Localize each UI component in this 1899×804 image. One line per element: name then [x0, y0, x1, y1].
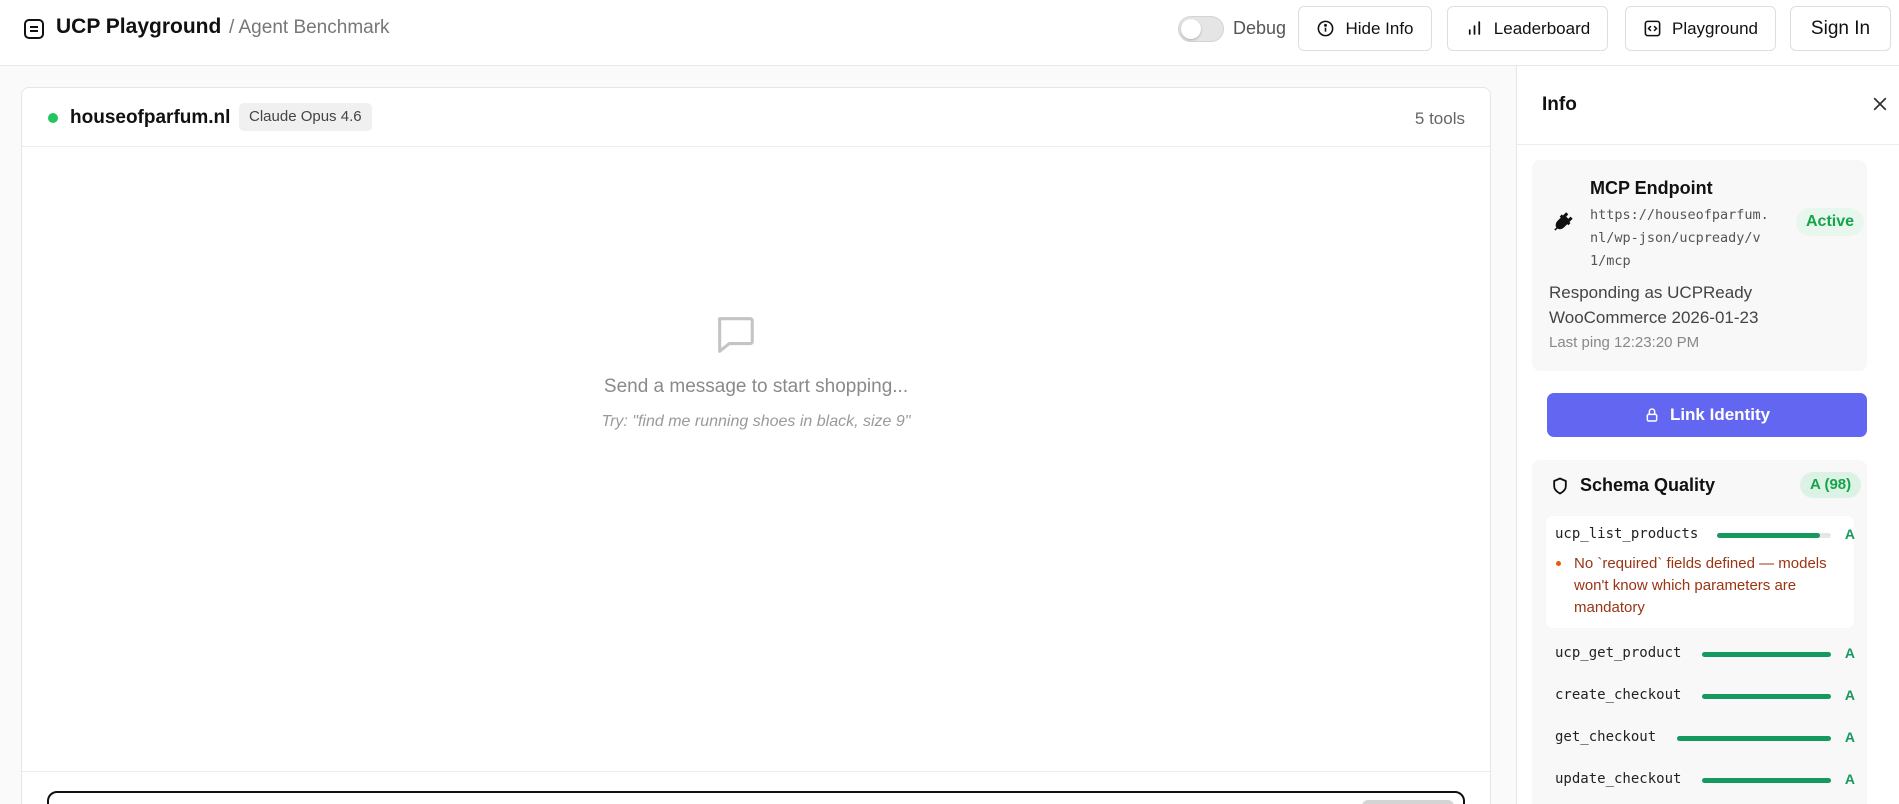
- warning-bullet: [1556, 561, 1561, 566]
- info-title: Info: [1542, 94, 1577, 115]
- leaderboard-label: Leaderboard: [1493, 18, 1591, 38]
- tool-grade: A: [1844, 526, 1855, 542]
- warning-text: No `required` fields defined — models wo…: [1574, 555, 1827, 616]
- score-bar-track: [1717, 533, 1831, 538]
- empty-state-hint: Try: "find me running shoes in black, si…: [601, 413, 911, 430]
- model-badge[interactable]: Claude Opus 4.6: [239, 103, 372, 131]
- chat-panel: houseofparfum.nl Claude Opus 4.6 5 tools: [21, 87, 1491, 804]
- top-bar: UCP Playground / Agent Benchmark Debug H…: [0, 0, 1899, 66]
- plug-icon: [1554, 212, 1573, 231]
- code-square-icon: [1644, 20, 1661, 37]
- tool-name: get_checkout: [1555, 729, 1657, 745]
- empty-state-title: Send a message to start shopping...: [603, 376, 909, 397]
- tool-row: update_checkout A: [1555, 771, 1855, 791]
- score-bar-track: [1702, 652, 1831, 657]
- toggle-knob: [1181, 19, 1201, 39]
- tools-count[interactable]: 5 tools: [1415, 109, 1465, 129]
- score-bar-fill: [1677, 736, 1831, 741]
- score-bar-fill: [1717, 533, 1820, 538]
- playground-button[interactable]: Playground: [1625, 6, 1776, 51]
- score-bar-fill: [1702, 652, 1831, 657]
- tool-name: create_checkout: [1555, 687, 1682, 703]
- tool-name: ucp_list_products: [1555, 526, 1699, 542]
- shield-icon: [1553, 477, 1567, 495]
- app-title[interactable]: UCP Playground: [56, 15, 221, 39]
- sign-in-button[interactable]: Sign In: [1790, 6, 1891, 51]
- debug-label: Debug: [1233, 18, 1287, 38]
- lock-icon: [1646, 408, 1658, 422]
- schema-quality-title: Schema Quality: [1580, 475, 1716, 495]
- tool-row: ucp_list_products A: [1555, 526, 1855, 546]
- tool-grade: A: [1844, 771, 1855, 787]
- breadcrumb: / Agent Benchmark: [229, 17, 390, 38]
- bar-chart-icon: [1468, 21, 1480, 35]
- close-icon[interactable]: [1871, 95, 1889, 113]
- last-ping-text: Last ping 12:23:20 PM: [1549, 334, 1700, 351]
- chat-bubble-icon: [717, 317, 754, 353]
- shop-name: houseofparfum.nl: [70, 107, 231, 128]
- endpoint-status-badge: Active: [1796, 208, 1865, 236]
- link-identity-button[interactable]: Link Identity: [1547, 393, 1867, 437]
- chat-header: houseofparfum.nl Claude Opus 4.6 5 tools: [22, 88, 1490, 147]
- endpoint-title: MCP Endpoint: [1590, 178, 1713, 198]
- schema-grade-badge: A (98): [1800, 472, 1862, 498]
- info-icon: [1318, 20, 1334, 37]
- tool-name: ucp_get_product: [1555, 645, 1682, 661]
- tool-grade: A: [1844, 687, 1855, 703]
- hide-info-label: Hide Info: [1345, 18, 1414, 38]
- info-header: Info: [1517, 66, 1899, 145]
- tool-row: create_checkout A: [1555, 687, 1855, 707]
- score-bar-track: [1702, 694, 1831, 699]
- app-logo-icon: [24, 19, 44, 39]
- tool-name: update_checkout: [1555, 771, 1682, 787]
- schema-quality-card: [1532, 460, 1867, 804]
- debug-toggle[interactable]: [1178, 16, 1224, 42]
- score-bar-fill: [1702, 778, 1831, 783]
- score-bar-fill: [1702, 694, 1831, 699]
- responding-as-text: Responding as UCPReady WooCommerce 2026-…: [1549, 283, 1759, 327]
- message-input[interactable]: [47, 791, 1465, 804]
- playground-label: Playground: [1671, 18, 1758, 38]
- connection-status-dot: [48, 113, 58, 123]
- link-identity-label: Link Identity: [1669, 405, 1771, 424]
- endpoint-url: https://houseofparfum.nl/wp-json/ucpread…: [1590, 207, 1769, 269]
- score-bar-track: [1677, 736, 1831, 741]
- hide-info-button[interactable]: Hide Info: [1298, 6, 1432, 51]
- tool-grade: A: [1844, 645, 1855, 661]
- leaderboard-button[interactable]: Leaderboard: [1447, 6, 1608, 51]
- tool-grade: A: [1844, 729, 1855, 745]
- score-bar-track: [1702, 778, 1831, 783]
- tool-row: ucp_get_product A: [1555, 645, 1855, 665]
- send-button[interactable]: [1362, 800, 1454, 804]
- tool-row: get_checkout A: [1555, 729, 1855, 749]
